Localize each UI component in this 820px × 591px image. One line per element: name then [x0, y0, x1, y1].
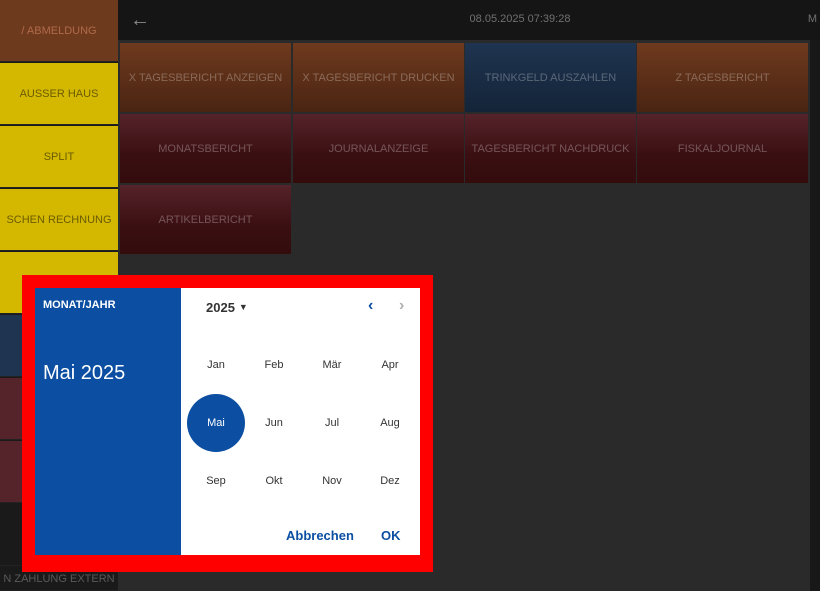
- sidebar-item-label: SPLIT: [43, 150, 75, 163]
- chevron-right-icon[interactable]: ›: [399, 297, 404, 315]
- year-dropdown[interactable]: 2025 ▼: [206, 300, 248, 315]
- sidebar-item[interactable]: / ABMELDUNG: [0, 0, 118, 62]
- month-option[interactable]: Mär: [303, 336, 361, 394]
- month-option[interactable]: Apr: [361, 336, 419, 394]
- report-button[interactable]: FISKALJOURNAL: [637, 114, 808, 183]
- sidebar-item[interactable]: AUSSER HAUS: [0, 63, 118, 125]
- report-button[interactable]: TRINKGELD AUSZAHLEN: [465, 43, 636, 112]
- report-button[interactable]: Z TAGESBERICHT: [637, 43, 808, 112]
- sidebar-item-label: / ABMELDUNG: [21, 24, 97, 37]
- datetime-display: 08.05.2025 07:39:28: [469, 13, 571, 25]
- sidebar-item-label: AUSSER HAUS: [19, 87, 99, 100]
- report-button[interactable]: X TAGESBERICHT DRUCKEN: [293, 43, 464, 112]
- month-option[interactable]: Nov: [303, 452, 361, 510]
- sidebar-item-label: SCHEN RECHNUNG: [6, 213, 112, 226]
- sidebar-item-label: N ZAHLUNG EXTERN: [3, 572, 115, 585]
- month-option[interactable]: Jan: [187, 336, 245, 394]
- month-option[interactable]: Dez: [361, 452, 419, 510]
- month-option[interactable]: Okt: [245, 452, 303, 510]
- caret-down-icon: ▼: [238, 302, 248, 312]
- chevron-left-icon[interactable]: ‹: [368, 297, 373, 315]
- back-arrow-icon[interactable]: ←: [130, 9, 150, 32]
- month-option[interactable]: Jun: [245, 394, 303, 452]
- cancel-button[interactable]: Abbrechen: [286, 528, 354, 543]
- picker-header-panel: MONAT/JAHR Mai 2025: [35, 288, 181, 555]
- report-button[interactable]: X TAGESBERICHT ANZEIGEN: [120, 43, 291, 112]
- picker-header-label: MONAT/JAHR: [43, 299, 116, 311]
- report-button[interactable]: JOURNALANZEIGE: [293, 114, 464, 183]
- right-edge-strip: [810, 40, 820, 591]
- year-value: 2025: [206, 300, 235, 315]
- report-button[interactable]: ARTIKELBERICHT: [120, 185, 291, 254]
- report-button[interactable]: MONATSBERICHT: [120, 114, 291, 183]
- selected-month-display: Mai 2025: [43, 362, 126, 384]
- month-option[interactable]: Sep: [187, 452, 245, 510]
- month-option[interactable]: Mai: [187, 394, 245, 452]
- sidebar-item[interactable]: SCHEN RECHNUNG: [0, 189, 118, 251]
- month-option[interactable]: Aug: [361, 394, 419, 452]
- report-button[interactable]: TAGESBERICHT NACHDRUCK: [465, 114, 636, 183]
- month-year-picker-dialog: MONAT/JAHR Mai 2025 2025 ▼ ‹ › Jan Feb Mär A…: [35, 288, 420, 555]
- sidebar-item[interactable]: SPLIT: [0, 126, 118, 188]
- top-right-label: M: [807, 13, 817, 25]
- ok-button[interactable]: OK: [381, 528, 401, 543]
- month-option[interactable]: Jul: [303, 394, 361, 452]
- month-option[interactable]: Feb: [245, 336, 303, 394]
